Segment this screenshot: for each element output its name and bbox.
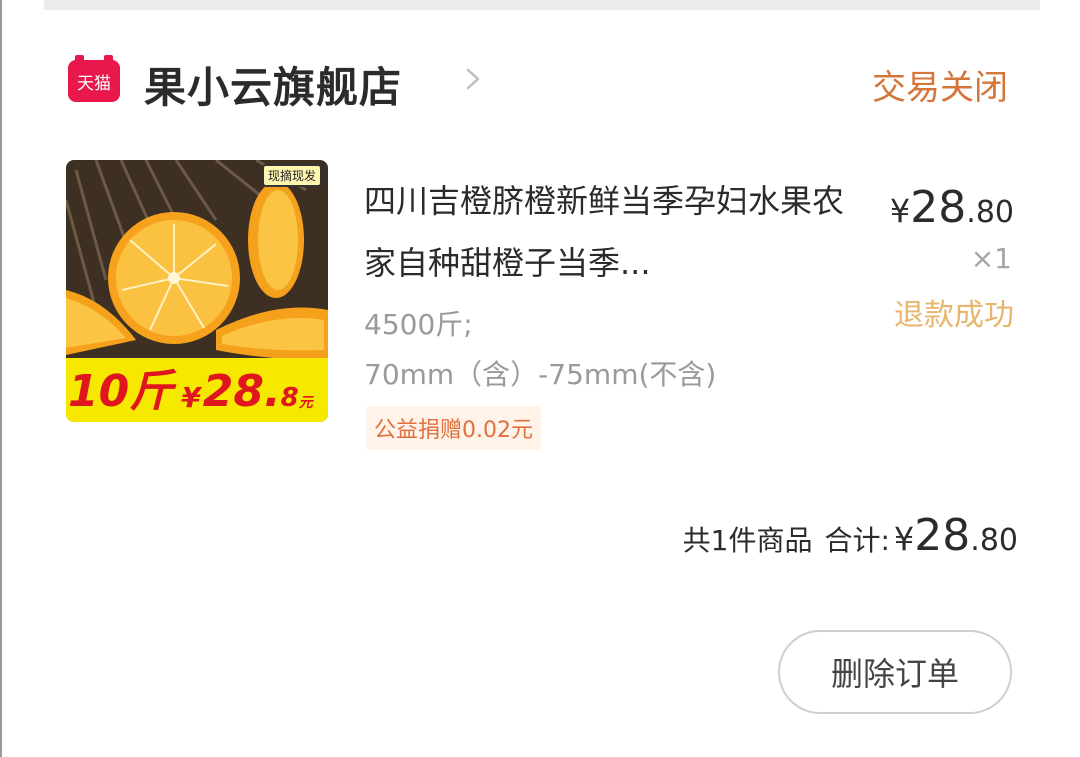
total-label: 合计: — [824, 524, 890, 557]
tmall-logo-text: 天猫 — [77, 73, 111, 94]
image-price-decimal: 8 — [280, 383, 299, 413]
order-card[interactable]: 天猫 果小云旗舰店 交易关闭 现摘现发 10斤 ¥ 28. 8 元 四川吉橙脐橙… — [44, 10, 1040, 757]
image-price-unit: 元 — [298, 395, 313, 411]
total-currency: ¥ — [893, 520, 915, 558]
chevron-right-icon[interactable] — [462, 68, 484, 90]
product-image[interactable]: 现摘现发 10斤 ¥ 28. 8 元 — [66, 160, 328, 422]
image-price-text: 28. — [202, 366, 281, 417]
delete-order-button[interactable]: 删除订单 — [778, 630, 1012, 714]
shop-name[interactable]: 果小云旗舰店 — [144, 54, 402, 115]
price-decimal: .80 — [966, 195, 1014, 230]
sku-weight: 4500斤; — [364, 308, 473, 341]
sku-size: 70mm（含）-75mm(不含) — [364, 358, 717, 391]
total-integer: 28 — [914, 510, 971, 561]
tmall-logo-icon: 天猫 — [68, 55, 120, 102]
refund-status[interactable]: 退款成功 — [894, 290, 1014, 334]
order-page: 天猫 果小云旗舰店 交易关闭 现摘现发 10斤 ¥ 28. 8 元 四川吉橙脐橙… — [0, 0, 1080, 757]
price-currency: ¥ — [889, 192, 911, 230]
top-divider — [44, 0, 1040, 10]
item-count: 共1件商品 — [682, 524, 813, 557]
total-decimal: .80 — [970, 523, 1018, 558]
order-summary: 共1件商品 合计: ¥ 28 .80 — [683, 510, 1018, 561]
fresh-shipping-tag: 现摘现发 — [261, 164, 322, 187]
image-price-banner: 10斤 ¥ 28. 8 元 — [66, 358, 328, 422]
quantity: ×1 — [970, 242, 1012, 275]
image-weight-text: 10斤 — [68, 366, 174, 417]
product-title[interactable]: 四川吉橙脐橙新鲜当季孕妇水果农家自种甜橙子当季... — [364, 170, 864, 294]
order-status: 交易关闭 — [872, 68, 1008, 108]
unit-price: ¥28.80 — [890, 182, 1014, 233]
price-integer: 28 — [910, 182, 967, 233]
image-currency-text: ¥ — [181, 381, 201, 414]
product-sku: 4500斤; 70mm（含）-75mm(不含) — [364, 300, 716, 400]
charity-badge: 公益捐赠0.02元 — [366, 406, 541, 450]
